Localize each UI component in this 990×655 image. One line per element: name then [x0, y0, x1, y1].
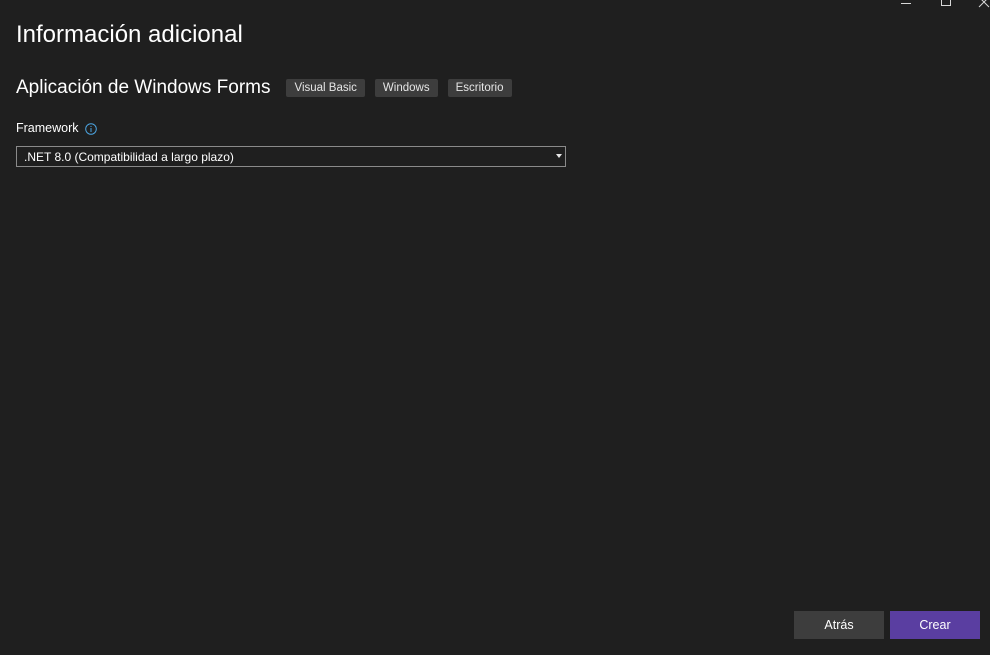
maximize-icon	[941, 0, 951, 6]
page-title: Información adicional	[16, 21, 243, 48]
back-button[interactable]: Atrás	[794, 611, 884, 639]
project-header: Aplicación de Windows Forms Visual Basic…	[16, 76, 522, 100]
framework-select[interactable]: .NET 8.0 (Compatibilidad a largo plazo)	[16, 146, 566, 167]
tag-language: Visual Basic	[286, 79, 365, 97]
minimize-button[interactable]	[900, 0, 912, 8]
tag-project-type: Escritorio	[447, 79, 512, 97]
project-template-name: Aplicación de Windows Forms	[16, 77, 271, 98]
create-button[interactable]: Crear	[890, 611, 980, 639]
info-icon[interactable]	[84, 122, 97, 135]
framework-label: Framework	[16, 121, 79, 135]
framework-label-row: Framework	[16, 120, 97, 136]
tag-platform: Windows	[374, 79, 438, 97]
framework-selected-value: .NET 8.0 (Compatibilidad a largo plazo)	[24, 150, 234, 164]
close-icon	[978, 0, 990, 8]
maximize-button[interactable]	[940, 0, 952, 8]
chevron-down-icon	[556, 154, 562, 158]
minimize-icon	[901, 3, 911, 4]
close-button[interactable]	[978, 0, 990, 8]
